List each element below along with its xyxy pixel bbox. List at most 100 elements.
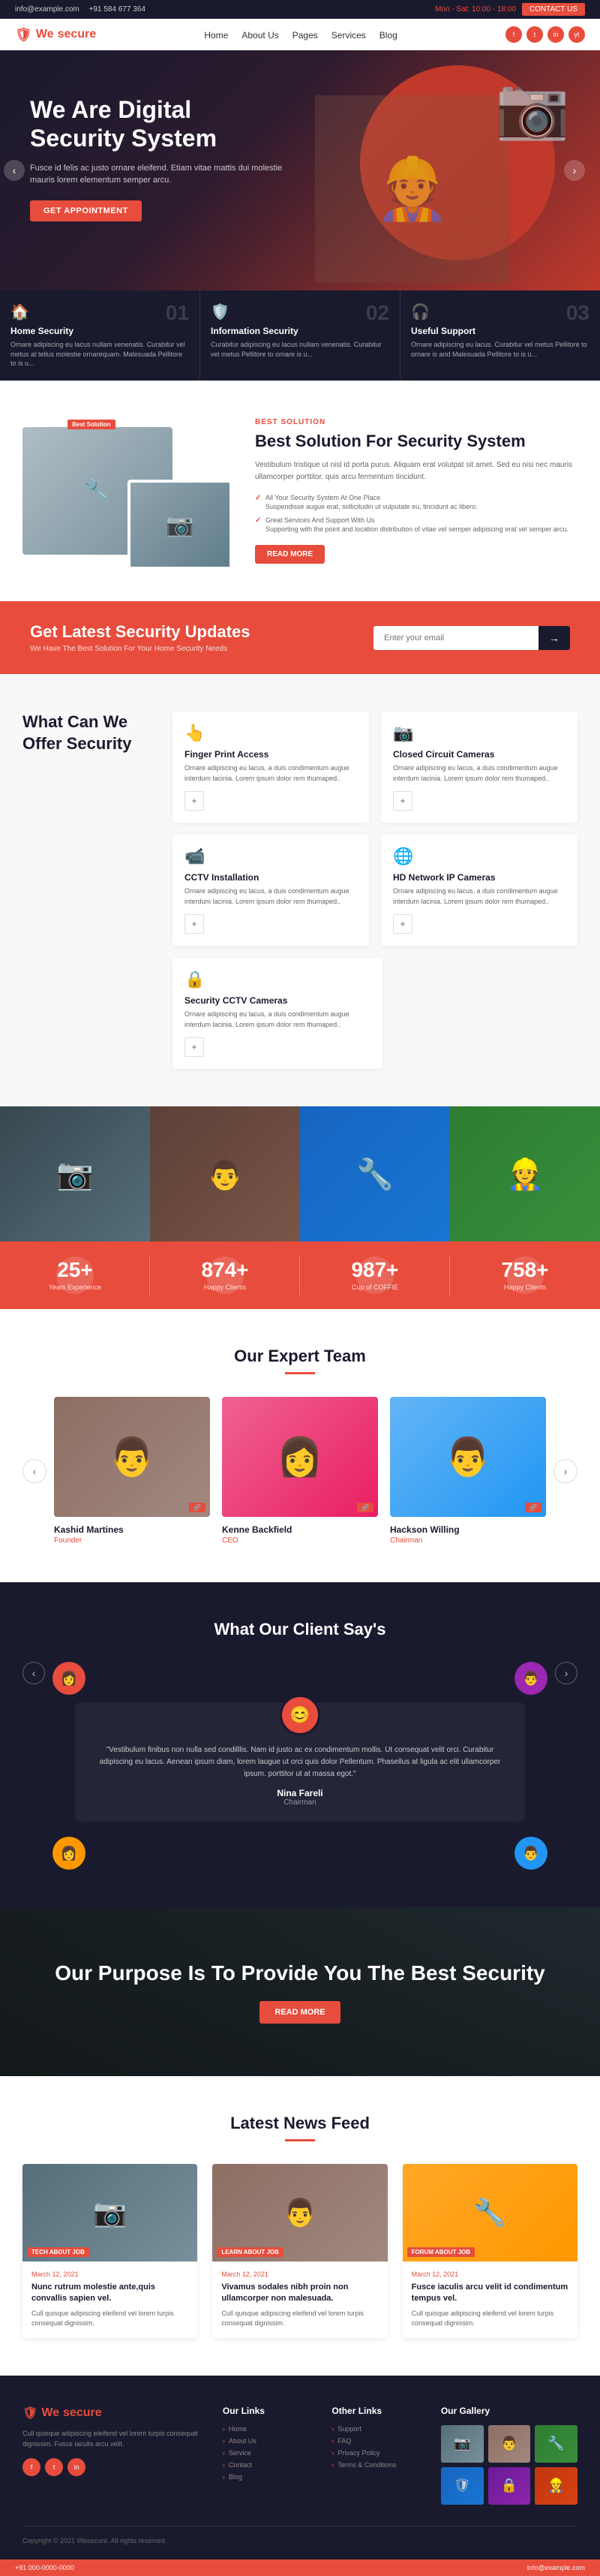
footer-linkedin-icon[interactable]: in xyxy=(68,2458,86,2476)
solution-content: Best Solution Best Solution For Security… xyxy=(255,418,578,564)
youtube-icon[interactable]: yt xyxy=(568,26,585,43)
topbar-contact-btn[interactable]: CONTACT US xyxy=(522,3,585,16)
news-title-divider xyxy=(285,2139,315,2141)
social-icons: f t in yt xyxy=(506,26,585,43)
solution-point-2-desc: Supporting with the point and location d… xyxy=(266,525,578,533)
team-member-2-role: CEO xyxy=(222,1536,378,1545)
gallery-person2-image: 👷 xyxy=(450,1106,600,1241)
offer-card-1-detail-btn[interactable]: + xyxy=(184,791,204,811)
logo-text-main: We xyxy=(36,28,54,41)
gallery-person1-image: 👨 xyxy=(150,1106,300,1241)
footer-link-service[interactable]: Service xyxy=(223,2449,314,2457)
facebook-icon[interactable]: f xyxy=(506,26,522,43)
stat-experience: 25+ Years Experience xyxy=(0,1241,150,1309)
nav-blog[interactable]: Blog xyxy=(380,30,398,41)
news-image-3: 🔧 FORUM ABOUT JOB xyxy=(403,2164,578,2262)
team-member-1: 👨 🔗 Kashid Martines Founder xyxy=(54,1397,210,1545)
news-body-3: March 12, 2021 Fusce iaculis arcu velit … xyxy=(403,2262,578,2338)
footer-twitter-icon[interactable]: t xyxy=(45,2458,63,2476)
topbar-phone[interactable]: +91 584 677 364 xyxy=(89,5,146,14)
hero-title: We Are Digital Security System xyxy=(30,95,292,153)
purpose-cta-button[interactable]: READ MORE xyxy=(260,2001,340,2024)
topbar-email[interactable]: info@example.com xyxy=(15,5,80,14)
newsletter-email-input[interactable] xyxy=(374,626,538,650)
gallery-strip: 📷 👨 🔧 👷 xyxy=(0,1106,600,1241)
footer-link-faq[interactable]: FAQ xyxy=(332,2437,422,2445)
team-member-1-photo: 👨 🔗 xyxy=(54,1397,210,1517)
offer-card-2-desc: Ornare adipiscing eu lacus, a duis condi… xyxy=(393,763,566,784)
stat-number-3: 987+ xyxy=(308,1259,442,1280)
testimonial-avatar-2: 👨 xyxy=(514,1662,548,1695)
logo[interactable]: 🛡 Wesecure xyxy=(15,27,96,43)
footer-link-privacy[interactable]: Privacy Policy xyxy=(332,2449,422,2457)
footer-other-links-title: Other Links xyxy=(332,2406,422,2416)
hero-section: We Are Digital Security System Fusce id … xyxy=(0,50,600,290)
fingerprint-icon: 👆 xyxy=(184,724,357,743)
newsletter-submit-button[interactable]: → xyxy=(538,626,570,650)
feature-desc-1: Ornare adipiscing eu lacus nullam venena… xyxy=(10,340,189,369)
testimonials-prev-arrow[interactable]: ‹ xyxy=(22,1662,45,1684)
solution-section-badge: Best Solution xyxy=(255,418,578,426)
offer-card-fingerprint: 👆 Finger Print Access Ornare adipiscing … xyxy=(172,712,369,823)
footer-link-blog[interactable]: Blog xyxy=(223,2473,314,2481)
nav-pages[interactable]: Pages xyxy=(292,30,318,41)
footer-link-contact[interactable]: Contact xyxy=(223,2461,314,2469)
hero-prev-arrow[interactable]: ‹ xyxy=(4,160,25,181)
nav-home[interactable]: Home xyxy=(204,30,228,41)
footer-link-about[interactable]: About Us xyxy=(223,2437,314,2445)
hero-next-arrow[interactable]: › xyxy=(564,160,585,181)
footer-link-terms[interactable]: Terms & Conditions xyxy=(332,2461,422,2469)
team-prev-arrow[interactable]: ‹ xyxy=(22,1459,46,1483)
news-image-1-icon: 📷 xyxy=(93,2197,127,2228)
stat-label-3: Cup of COFFIE xyxy=(308,1283,442,1291)
footer-facebook-icon[interactable]: f xyxy=(22,2458,40,2476)
testimonials-bottom-avatars: 👩 👨 xyxy=(52,1837,548,1870)
hero-content: We Are Digital Security System Fusce id … xyxy=(30,95,292,221)
solution-section: 🔧 📷 Best Solution Best Solution Best Sol… xyxy=(0,381,600,602)
footer-logo-text: We xyxy=(41,2406,59,2420)
footer-gallery-thumb-2[interactable]: 👨 xyxy=(488,2425,531,2463)
offer-section: What Can We Offer Security 👆 Finger Prin… xyxy=(0,674,600,1106)
gallery-tech-image: 🔧 xyxy=(300,1106,450,1241)
support-icon: 🎧 xyxy=(411,302,590,321)
testimonials-reviewer-role: Chairman xyxy=(90,1798,510,1807)
footer-our-links-title: Our Links xyxy=(223,2406,314,2416)
solution-point-2: Great Services And Support With Us Suppo… xyxy=(255,516,578,533)
offer-card-2-detail-btn[interactable]: + xyxy=(393,791,412,811)
offer-card-4-detail-btn[interactable]: + xyxy=(393,914,412,934)
stat-number-1: 25+ xyxy=(8,1259,142,1280)
nav-about[interactable]: About Us xyxy=(242,30,278,41)
team-member-3-avatar: 👨 xyxy=(390,1397,546,1517)
avatar-3-circle: 👩 xyxy=(52,1837,86,1870)
footer-gallery-thumb-5[interactable]: 🔒 xyxy=(488,2467,531,2505)
twitter-icon[interactable]: t xyxy=(526,26,543,43)
avatar-1-circle: 👩 xyxy=(52,1662,86,1695)
footer-bottom: Copyright © 2021 Wesecure. All rights re… xyxy=(22,2526,578,2544)
news-desc-2: Cull quisque adipiscing eleifend vel lor… xyxy=(221,2309,378,2329)
avatar-2-circle: 👨 xyxy=(514,1662,548,1695)
footer-gallery-thumb-4[interactable]: 🛡 xyxy=(441,2467,484,2505)
footer-gallery-thumb-1[interactable]: 📷 xyxy=(441,2425,484,2463)
footer-link-home[interactable]: Home xyxy=(223,2425,314,2433)
footer-gallery-thumb-3[interactable]: 🔧 xyxy=(535,2425,578,2463)
hero-cta-button[interactable]: GET APPOINTMENT xyxy=(30,200,142,221)
nav-services[interactable]: Services xyxy=(332,30,366,41)
solution-read-more-button[interactable]: READ MORE xyxy=(255,545,325,564)
footer-gallery-thumb-6[interactable]: 👷 xyxy=(535,2467,578,2505)
team-title: Our Expert Team xyxy=(22,1347,578,1366)
stat-label-2: Happy Clients xyxy=(158,1283,292,1291)
offer-card-3-detail-btn[interactable]: + xyxy=(184,914,204,934)
testimonials-next-arrow[interactable]: › xyxy=(555,1662,578,1684)
testimonials-layout: ‹ 👩 👨 😊 "Vestibulum finibus non nulla se… xyxy=(22,1662,578,1870)
linkedin-icon[interactable]: in xyxy=(548,26,564,43)
team-next-arrow[interactable]: › xyxy=(554,1459,578,1483)
offer-card-5-detail-btn[interactable]: + xyxy=(184,1037,204,1057)
solution-secondary-placeholder: 📷 xyxy=(130,483,230,567)
offer-card-5-title: Security CCTV Cameras xyxy=(184,995,370,1006)
offer-extra-card-row: 🔒 Security CCTV Cameras Ornare adipiscin… xyxy=(172,958,578,1069)
footer-link-support[interactable]: Support xyxy=(332,2425,422,2433)
newsletter-left: Get Latest Security Updates We Have The … xyxy=(30,622,250,653)
stat-number-4: 758+ xyxy=(458,1259,592,1280)
newsletter-title: Get Latest Security Updates xyxy=(30,622,250,642)
purpose-section: Our Purpose Is To Provide You The Best S… xyxy=(0,1907,600,2075)
